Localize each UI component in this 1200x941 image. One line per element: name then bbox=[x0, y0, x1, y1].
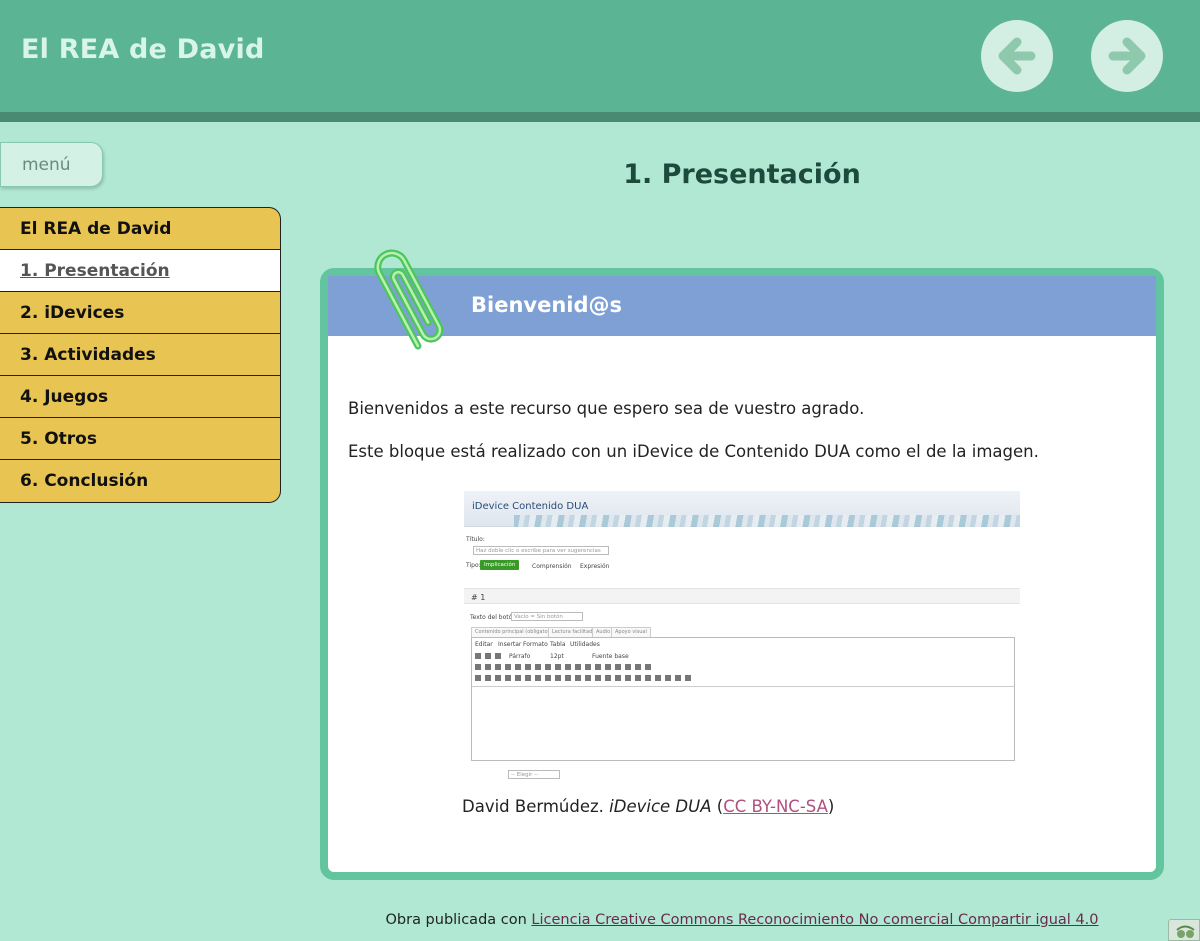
exe-logo-graphic bbox=[1176, 925, 1195, 938]
nav-item-otros[interactable]: 5. Otros bbox=[0, 418, 280, 460]
screenshot-paragraph-select: Párrafo bbox=[509, 653, 531, 660]
nav-item-juegos[interactable]: 4. Juegos bbox=[0, 376, 280, 418]
screenshot-menu-insertar: Insertar bbox=[498, 641, 522, 648]
menu-toggle-button[interactable]: menú bbox=[0, 142, 103, 187]
caption-close-paren: ) bbox=[827, 797, 835, 816]
screenshot-menu-utilidades: Utilidades bbox=[570, 641, 600, 648]
welcome-paragraph: Bienvenidos a este recurso que espero se… bbox=[348, 399, 865, 418]
header-divider bbox=[0, 112, 1200, 122]
site-title: El REA de David bbox=[21, 34, 265, 65]
caption-work-title: iDevice DUA bbox=[609, 797, 712, 816]
screenshot-editor-divider bbox=[472, 686, 1014, 687]
screenshot-titulo-input: Haz doble clic o escribe para ver sugere… bbox=[473, 546, 609, 555]
footer-license: Obra publicada con Licencia Creative Com… bbox=[320, 912, 1164, 928]
image-caption: David Bermúdez. iDevice DUA (CC BY-NC-SA… bbox=[462, 797, 834, 816]
screenshot-section-number: # 1 bbox=[471, 593, 486, 602]
screenshot-banner: iDevice Contenido DUA bbox=[464, 491, 1020, 527]
screenshot-boton-input: Vacío = Sin botón bbox=[511, 612, 583, 621]
idevice-title: Bienvenid@s bbox=[471, 293, 623, 317]
caption-open-paren: ( bbox=[711, 797, 724, 816]
arrow-left-icon bbox=[998, 37, 1036, 75]
nav-item-presentacion[interactable]: 1. Presentación bbox=[0, 250, 280, 292]
screenshot-menu-editar: Editar bbox=[475, 641, 493, 648]
screenshot-font-select: Fuente base bbox=[592, 653, 629, 660]
next-page-button[interactable] bbox=[1091, 20, 1163, 92]
page-title: 1. Presentación bbox=[623, 159, 861, 190]
screenshot-tab-main: Contenido principal (obligatorio) bbox=[471, 627, 560, 637]
paperclip-icon bbox=[374, 249, 444, 350]
screenshot-editor: Editar Insertar Formato Tabla Utilidades… bbox=[471, 637, 1015, 761]
screenshot-tipo-implicacion: Implicación bbox=[480, 560, 520, 570]
caption-author: David Bermúdez. bbox=[462, 797, 604, 816]
nav-item-idevices[interactable]: 2. iDevices bbox=[0, 292, 280, 334]
idevice-content: Bienvenidos a este recurso que espero se… bbox=[348, 398, 1138, 484]
footer-prefix: Obra publicada con bbox=[385, 912, 532, 928]
screenshot-size-select: 12pt bbox=[550, 653, 564, 660]
screenshot-banner-title: iDevice Contenido DUA bbox=[472, 501, 589, 512]
screenshot-banner-pattern bbox=[514, 515, 1020, 527]
screenshot-section-bar bbox=[464, 588, 1020, 604]
footer-license-link[interactable]: Licencia Creative Commons Reconocimiento… bbox=[531, 912, 1098, 928]
screenshot-tipo-comprension: Comprensión bbox=[532, 563, 572, 570]
description-paragraph: Este bloque está realizado con un iDevic… bbox=[348, 442, 1039, 461]
screenshot-bottom-select: -- Elegir -- bbox=[508, 770, 560, 779]
idevice-header: Bienvenid@s bbox=[328, 276, 1156, 336]
screenshot-tipo-label: Tipo: bbox=[466, 562, 481, 569]
sidebar-nav: El REA de David 1. Presentación 2. iDevi… bbox=[0, 207, 281, 503]
screenshot-toolbar-row-3 bbox=[475, 674, 695, 682]
nav-item-conclusion[interactable]: 6. Conclusión bbox=[0, 460, 280, 502]
nav-item-home[interactable]: El REA de David bbox=[0, 208, 280, 250]
nav-item-actividades[interactable]: 3. Actividades bbox=[0, 334, 280, 376]
idevice-box: Bienvenid@s Bienvenidos a este recurso q… bbox=[320, 249, 1164, 880]
idevice-dua-screenshot: iDevice Contenido DUA Título: Haz doble … bbox=[464, 491, 1020, 781]
exe-logo-icon[interactable] bbox=[1168, 919, 1200, 941]
screenshot-menu-formato: Formato bbox=[523, 641, 548, 648]
arrow-right-icon bbox=[1108, 37, 1146, 75]
screenshot-titulo-label: Título: bbox=[466, 536, 485, 543]
screenshot-toolbar-row-2 bbox=[475, 663, 655, 671]
screenshot-tipo-expresion: Expresión bbox=[580, 563, 610, 570]
caption-license-link[interactable]: CC BY-NC-SA bbox=[723, 797, 828, 816]
screenshot-tab-apoyo: Apoyo visual bbox=[611, 627, 651, 637]
screenshot-menu-tabla: Tabla bbox=[550, 641, 566, 648]
previous-page-button[interactable] bbox=[981, 20, 1053, 92]
screenshot-toolbar-row-1 bbox=[475, 652, 505, 660]
